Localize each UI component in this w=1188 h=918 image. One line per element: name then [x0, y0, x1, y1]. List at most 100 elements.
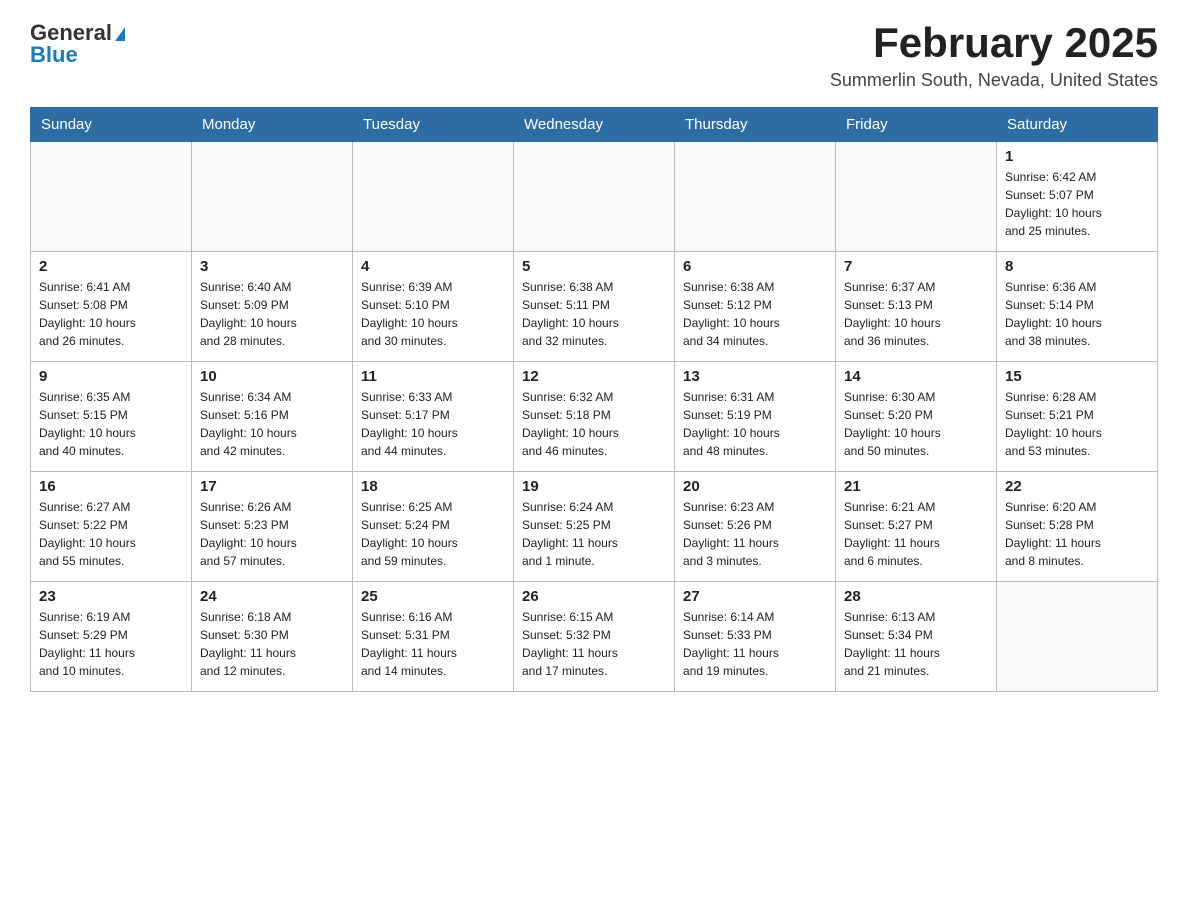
day-number: 8 [1005, 258, 1149, 275]
calendar-cell: 20 Sunrise: 6:23 AM Sunset: 5:26 PM Dayli… [675, 472, 836, 582]
calendar-cell [192, 142, 353, 252]
day-info: Sunrise: 6:37 AM Sunset: 5:13 PM Dayligh… [844, 280, 941, 348]
day-number: 11 [361, 368, 505, 385]
day-number: 24 [200, 588, 344, 605]
day-number: 7 [844, 258, 988, 275]
calendar-cell: 24 Sunrise: 6:18 AM Sunset: 5:30 PM Dayli… [192, 582, 353, 692]
day-info: Sunrise: 6:23 AM Sunset: 5:26 PM Dayligh… [683, 500, 779, 568]
day-info: Sunrise: 6:31 AM Sunset: 5:19 PM Dayligh… [683, 390, 780, 458]
calendar-cell: 28 Sunrise: 6:13 AM Sunset: 5:34 PM Dayli… [836, 582, 997, 692]
calendar-cell: 14Sunrise: 6:30 AM Sunset: 5:20 PM Dayli… [836, 362, 997, 472]
calendar-cell [675, 142, 836, 252]
calendar-cell: 3 Sunrise: 6:40 AM Sunset: 5:09 PM Daylig… [192, 252, 353, 362]
calendar-cell: 25 Sunrise: 6:16 AM Sunset: 5:31 PM Dayli… [353, 582, 514, 692]
calendar-cell: 15 Sunrise: 6:28 AM Sunset: 5:21 PM Dayli… [997, 362, 1158, 472]
logo: General Blue [30, 20, 125, 68]
day-info: Sunrise: 6:30 AM Sunset: 5:20 PM Dayligh… [844, 390, 941, 458]
day-info: Sunrise: 6:42 AM Sunset: 5:07 PM Dayligh… [1005, 170, 1102, 238]
day-info: Sunrise: 6:26 AM Sunset: 5:23 PM Dayligh… [200, 500, 297, 568]
day-info: Sunrise: 6:32 AM Sunset: 5:18 PM Dayligh… [522, 390, 619, 458]
calendar-cell [353, 142, 514, 252]
calendar-week-row: 16 Sunrise: 6:27 AM Sunset: 5:22 PM Dayli… [31, 472, 1158, 582]
calendar-cell: 11 Sunrise: 6:33 AM Sunset: 5:17 PM Dayli… [353, 362, 514, 472]
calendar-table: SundayMondayTuesdayWednesdayThursdayFrid… [30, 107, 1158, 692]
title-block: February 2025 Summerlin South, Nevada, U… [830, 20, 1158, 91]
day-info: Sunrise: 6:38 AM Sunset: 5:12 PM Dayligh… [683, 280, 780, 348]
day-info: Sunrise: 6:40 AM Sunset: 5:09 PM Dayligh… [200, 280, 297, 348]
day-info: Sunrise: 6:27 AM Sunset: 5:22 PM Dayligh… [39, 500, 136, 568]
logo-blue-text: Blue [30, 42, 78, 68]
day-number: 23 [39, 588, 183, 605]
calendar-cell: 6Sunrise: 6:38 AM Sunset: 5:12 PM Daylig… [675, 252, 836, 362]
calendar-cell: 16 Sunrise: 6:27 AM Sunset: 5:22 PM Dayli… [31, 472, 192, 582]
calendar-cell: 9Sunrise: 6:35 AM Sunset: 5:15 PM Daylig… [31, 362, 192, 472]
day-info: Sunrise: 6:28 AM Sunset: 5:21 PM Dayligh… [1005, 390, 1102, 458]
day-info: Sunrise: 6:16 AM Sunset: 5:31 PM Dayligh… [361, 610, 457, 678]
day-number: 19 [522, 478, 666, 495]
day-info: Sunrise: 6:20 AM Sunset: 5:28 PM Dayligh… [1005, 500, 1101, 568]
day-number: 2 [39, 258, 183, 275]
day-of-week-header: Wednesday [514, 108, 675, 142]
day-number: 1 [1005, 148, 1149, 165]
day-number: 13 [683, 368, 827, 385]
page-header: General Blue February 2025 Summerlin Sou… [30, 20, 1158, 91]
calendar-cell: 8 Sunrise: 6:36 AM Sunset: 5:14 PM Daylig… [997, 252, 1158, 362]
day-of-week-header: Saturday [997, 108, 1158, 142]
day-info: Sunrise: 6:36 AM Sunset: 5:14 PM Dayligh… [1005, 280, 1102, 348]
day-info: Sunrise: 6:18 AM Sunset: 5:30 PM Dayligh… [200, 610, 296, 678]
calendar-cell: 19 Sunrise: 6:24 AM Sunset: 5:25 PM Dayli… [514, 472, 675, 582]
day-number: 10 [200, 368, 344, 385]
day-info: Sunrise: 6:19 AM Sunset: 5:29 PM Dayligh… [39, 610, 135, 678]
day-number: 27 [683, 588, 827, 605]
day-number: 18 [361, 478, 505, 495]
calendar-cell: 2 Sunrise: 6:41 AM Sunset: 5:08 PM Daylig… [31, 252, 192, 362]
calendar-cell: 12 Sunrise: 6:32 AM Sunset: 5:18 PM Dayli… [514, 362, 675, 472]
day-info: Sunrise: 6:25 AM Sunset: 5:24 PM Dayligh… [361, 500, 458, 568]
day-number: 17 [200, 478, 344, 495]
day-number: 4 [361, 258, 505, 275]
calendar-cell: 26 Sunrise: 6:15 AM Sunset: 5:32 PM Dayli… [514, 582, 675, 692]
calendar-cell [836, 142, 997, 252]
day-info: Sunrise: 6:21 AM Sunset: 5:27 PM Dayligh… [844, 500, 940, 568]
day-number: 16 [39, 478, 183, 495]
day-number: 12 [522, 368, 666, 385]
day-info: Sunrise: 6:24 AM Sunset: 5:25 PM Dayligh… [522, 500, 618, 568]
logo-arrow-icon [115, 27, 125, 41]
calendar-cell: 1 Sunrise: 6:42 AM Sunset: 5:07 PM Daylig… [997, 142, 1158, 252]
day-of-week-header: Monday [192, 108, 353, 142]
calendar-cell: 21 Sunrise: 6:21 AM Sunset: 5:27 PM Dayli… [836, 472, 997, 582]
day-info: Sunrise: 6:14 AM Sunset: 5:33 PM Dayligh… [683, 610, 779, 678]
calendar-cell: 18 Sunrise: 6:25 AM Sunset: 5:24 PM Dayli… [353, 472, 514, 582]
day-info: Sunrise: 6:34 AM Sunset: 5:16 PM Dayligh… [200, 390, 297, 458]
day-number: 20 [683, 478, 827, 495]
day-number: 26 [522, 588, 666, 605]
day-number: 3 [200, 258, 344, 275]
day-info: Sunrise: 6:41 AM Sunset: 5:08 PM Dayligh… [39, 280, 136, 348]
day-number: 25 [361, 588, 505, 605]
day-of-week-header: Friday [836, 108, 997, 142]
calendar-cell: 5Sunrise: 6:38 AM Sunset: 5:11 PM Daylig… [514, 252, 675, 362]
day-of-week-header: Thursday [675, 108, 836, 142]
calendar-cell: 27 Sunrise: 6:14 AM Sunset: 5:33 PM Dayli… [675, 582, 836, 692]
calendar-week-row: 23 Sunrise: 6:19 AM Sunset: 5:29 PM Dayli… [31, 582, 1158, 692]
day-number: 28 [844, 588, 988, 605]
calendar-cell [997, 582, 1158, 692]
day-number: 21 [844, 478, 988, 495]
day-number: 15 [1005, 368, 1149, 385]
calendar-cell: 13 Sunrise: 6:31 AM Sunset: 5:19 PM Dayli… [675, 362, 836, 472]
calendar-cell: 17 Sunrise: 6:26 AM Sunset: 5:23 PM Dayli… [192, 472, 353, 582]
month-title: February 2025 [830, 20, 1158, 66]
calendar-cell: 10 Sunrise: 6:34 AM Sunset: 5:16 PM Dayli… [192, 362, 353, 472]
calendar-cell: 7 Sunrise: 6:37 AM Sunset: 5:13 PM Daylig… [836, 252, 997, 362]
calendar-week-row: 1 Sunrise: 6:42 AM Sunset: 5:07 PM Daylig… [31, 142, 1158, 252]
calendar-cell: 23 Sunrise: 6:19 AM Sunset: 5:29 PM Dayli… [31, 582, 192, 692]
day-info: Sunrise: 6:35 AM Sunset: 5:15 PM Dayligh… [39, 390, 136, 458]
calendar-header-row: SundayMondayTuesdayWednesdayThursdayFrid… [31, 108, 1158, 142]
calendar-week-row: 9Sunrise: 6:35 AM Sunset: 5:15 PM Daylig… [31, 362, 1158, 472]
day-number: 22 [1005, 478, 1149, 495]
day-of-week-header: Sunday [31, 108, 192, 142]
day-info: Sunrise: 6:15 AM Sunset: 5:32 PM Dayligh… [522, 610, 618, 678]
calendar-week-row: 2 Sunrise: 6:41 AM Sunset: 5:08 PM Daylig… [31, 252, 1158, 362]
day-info: Sunrise: 6:33 AM Sunset: 5:17 PM Dayligh… [361, 390, 458, 458]
day-info: Sunrise: 6:13 AM Sunset: 5:34 PM Dayligh… [844, 610, 940, 678]
